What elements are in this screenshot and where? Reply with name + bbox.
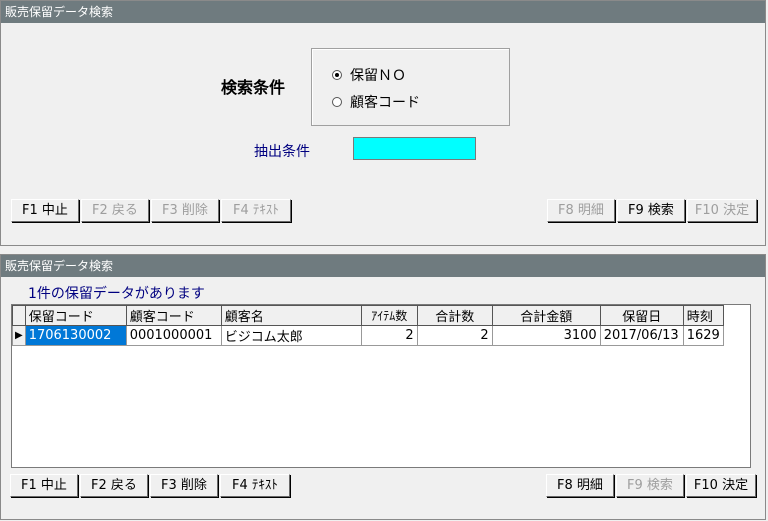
row-pointer-icon: ▶ xyxy=(12,325,26,346)
column-header[interactable]: 顧客名 xyxy=(220,305,362,326)
cell-item-count[interactable]: 2 xyxy=(360,325,418,346)
column-header[interactable]: 合計数 xyxy=(416,305,493,326)
column-header[interactable]: 保留コード xyxy=(24,305,127,326)
f9-search-button[interactable]: F9 検索 xyxy=(617,199,685,222)
f3-delete-button[interactable]: F3 削除 xyxy=(150,474,218,497)
cell-hold-date[interactable]: 2017/06/13 xyxy=(599,325,684,346)
column-header[interactable]: ｱｲﾃﾑ数 xyxy=(360,305,418,326)
cell-customer-name[interactable]: ビジコム太郎 xyxy=(220,325,362,346)
cell-total-amount[interactable]: 3100 xyxy=(491,325,601,346)
cell-hold-code[interactable]: 1706130002 xyxy=(24,325,127,346)
result-table: 保留コード 顧客コード 顧客名 ｱｲﾃﾑ数 合計数 合計金額 保留日 時刻 ▶ … xyxy=(12,305,724,346)
radio-selected-icon xyxy=(332,70,342,80)
f8-detail-button[interactable]: F8 明細 xyxy=(547,199,615,222)
column-header[interactable]: 合計金額 xyxy=(491,305,601,326)
column-header[interactable]: 顧客コード xyxy=(125,305,222,326)
radio-hold-no[interactable]: 保留ＮＯ xyxy=(332,65,406,85)
f2-back-button[interactable]: F2 戻る xyxy=(80,474,148,497)
result-grid[interactable]: 保留コード 顧客コード 顧客名 ｱｲﾃﾑ数 合計数 合計金額 保留日 時刻 ▶ … xyxy=(11,304,751,468)
cell-time[interactable]: 1629 xyxy=(682,325,724,346)
f1-cancel-button[interactable]: F1 中止 xyxy=(11,199,79,222)
search-mode-group: 保留ＮＯ 顧客コード xyxy=(311,48,510,126)
extract-condition-input[interactable] xyxy=(353,137,476,160)
radio-customer-code-label: 顧客コード xyxy=(350,95,420,111)
table-header-row: 保留コード 顧客コード 顧客名 ｱｲﾃﾑ数 合計数 合計金額 保留日 時刻 xyxy=(12,305,724,326)
f8-detail-button[interactable]: F8 明細 xyxy=(546,474,614,497)
result-panel-title: 販売保留データ検索 xyxy=(1,255,765,277)
cell-total-qty[interactable]: 2 xyxy=(416,325,493,346)
cell-customer-code[interactable]: 0001000001 xyxy=(125,325,222,346)
f2-back-button[interactable]: F2 戻る xyxy=(81,199,149,222)
f10-confirm-button[interactable]: F10 決定 xyxy=(687,199,757,222)
extract-condition-label: 抽出条件 xyxy=(254,144,310,160)
f1-cancel-button[interactable]: F1 中止 xyxy=(10,474,78,497)
radio-customer-code[interactable]: 顧客コード xyxy=(332,92,420,112)
search-panel: 販売保留データ検索 検索条件 保留ＮＯ 顧客コード 抽出条件 F1 中止 F2 … xyxy=(0,0,766,246)
column-header[interactable]: 時刻 xyxy=(682,305,724,326)
table-row[interactable]: ▶ 1706130002 0001000001 ビジコム太郎 2 2 3100 … xyxy=(12,325,724,346)
result-count-message: 1件の保留データがあります xyxy=(28,286,205,302)
column-header[interactable]: 保留日 xyxy=(599,305,684,326)
radio-hold-no-label: 保留ＮＯ xyxy=(350,68,406,84)
f3-delete-button[interactable]: F3 削除 xyxy=(151,199,219,222)
search-condition-label: 検索条件 xyxy=(221,78,286,97)
search-panel-title: 販売保留データ検索 xyxy=(1,1,765,23)
row-selector-header xyxy=(12,305,26,326)
radio-unselected-icon xyxy=(332,97,342,107)
f9-search-button[interactable]: F9 検索 xyxy=(616,474,684,497)
f4-text-button[interactable]: F4 ﾃｷｽﾄ xyxy=(220,474,290,497)
f4-text-button[interactable]: F4 ﾃｷｽﾄ xyxy=(221,199,291,222)
f10-confirm-button[interactable]: F10 決定 xyxy=(686,474,756,497)
